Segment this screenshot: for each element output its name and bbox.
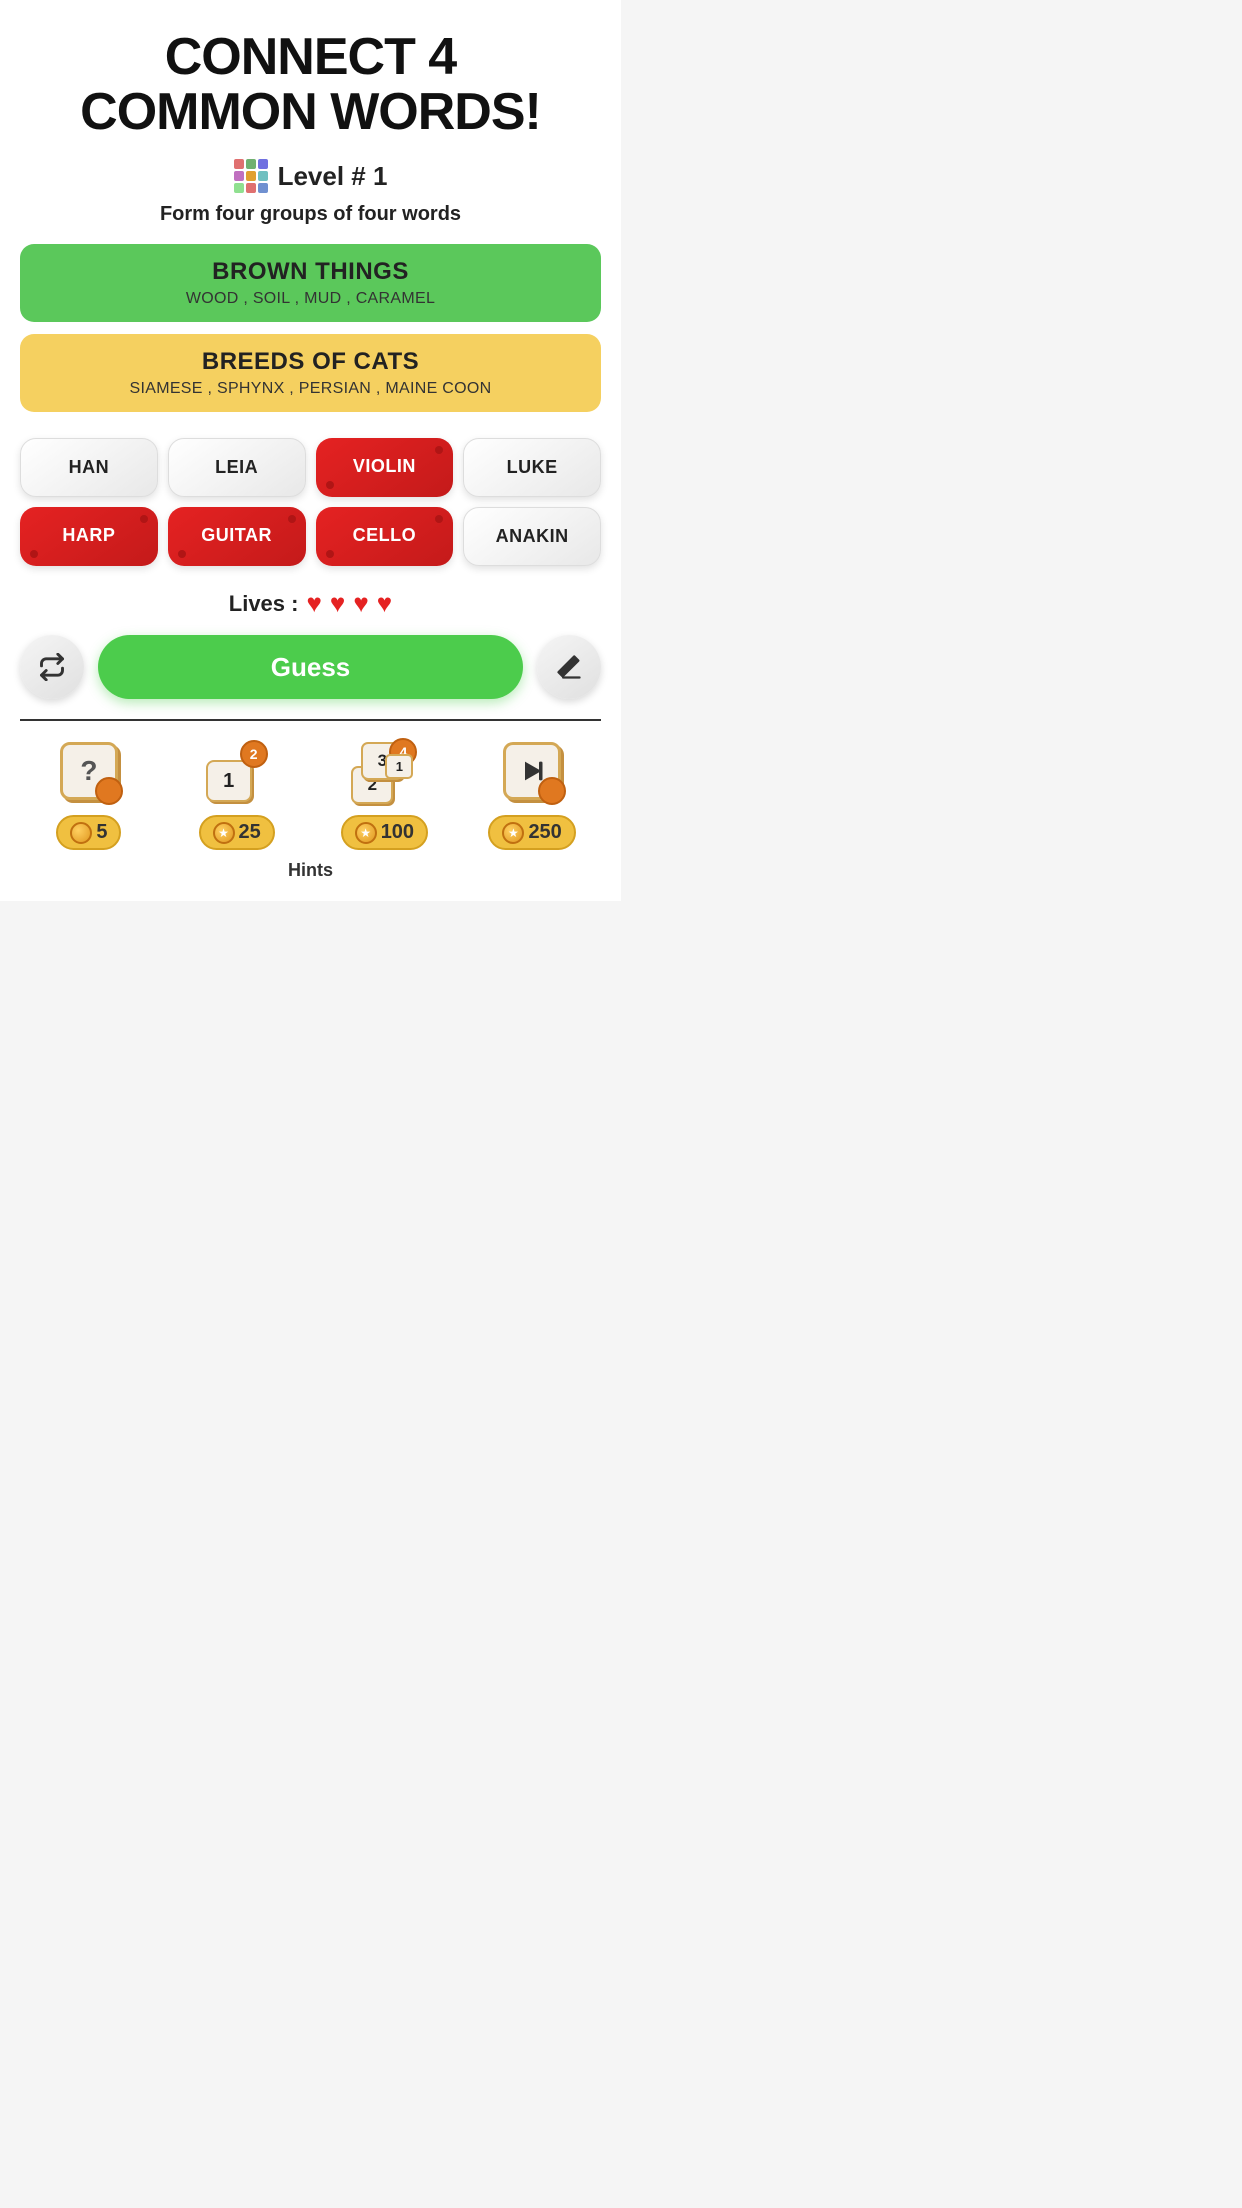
- page-title: CONNECT 4COMMON WORDS!: [80, 30, 541, 139]
- hint-cost-question: 5: [56, 815, 121, 850]
- hint-icon-reveal: 2 3 4 1: [348, 735, 420, 807]
- category-card-brown: BROWN THINGS WOOD , SOIL , MUD , CARAMEL: [20, 244, 601, 322]
- word-tile-cello[interactable]: CELLO: [316, 507, 454, 566]
- grid-cell: [246, 183, 256, 193]
- word-tile-han[interactable]: HAN: [20, 438, 158, 497]
- category-words-brown: WOOD , SOIL , MUD , CARAMEL: [40, 290, 581, 308]
- swap-badge: 2: [240, 740, 268, 768]
- heart-2: ♥: [330, 588, 345, 619]
- coin-question: [70, 822, 92, 844]
- hint-cost-swap: ★ 25: [199, 815, 275, 850]
- heart-4: ♥: [377, 588, 392, 619]
- level-row: Level # 1: [234, 159, 388, 193]
- hint-icon-play: [496, 735, 568, 807]
- category-card-cats: BREEDS OF CATS SIAMESE , SPHYNX , PERSIA…: [20, 334, 601, 412]
- small-card-1: 1: [206, 760, 252, 802]
- subtitle: Form four groups of four words: [160, 203, 461, 226]
- shuffle-button[interactable]: [20, 635, 84, 699]
- word-tile-luke[interactable]: LUKE: [463, 438, 601, 497]
- shuffle-icon: [38, 653, 66, 681]
- grid-cell: [246, 159, 256, 169]
- word-tile-harp[interactable]: HARP: [20, 507, 158, 566]
- hint-item-play[interactable]: ★ 250: [463, 735, 601, 850]
- game-page: CONNECT 4COMMON WORDS! Level # 1 Form fo…: [0, 0, 621, 901]
- coin-swap: ★: [213, 822, 235, 844]
- hint-item-question[interactable]: ? 5: [20, 735, 158, 850]
- word-grid: HAN LEIA VIOLIN LUKE HARP GUITAR CELLO A…: [20, 438, 601, 566]
- erase-button[interactable]: [537, 635, 601, 699]
- category-title-cats: BREEDS OF CATS: [40, 348, 581, 376]
- coin-play: ★: [502, 822, 524, 844]
- word-tile-anakin[interactable]: ANAKIN: [463, 507, 601, 566]
- level-label: Level # 1: [278, 161, 388, 192]
- grid-cell: [234, 171, 244, 181]
- grid-icon: [234, 159, 268, 193]
- lives-label: Lives :: [229, 591, 299, 617]
- grid-cell: [234, 183, 244, 193]
- erase-icon: [555, 653, 583, 681]
- heart-1: ♥: [306, 588, 321, 619]
- cost-number-play: 250: [528, 821, 561, 844]
- play-badge: [538, 777, 566, 805]
- lives-row: Lives : ♥ ♥ ♥ ♥: [229, 588, 392, 619]
- grid-cell: [246, 171, 256, 181]
- coin-reveal: ★: [355, 822, 377, 844]
- grid-cell: [258, 171, 268, 181]
- heart-3: ♥: [353, 588, 368, 619]
- hints-section: ? 5 1 2: [20, 719, 601, 881]
- category-title-brown: BROWN THINGS: [40, 258, 581, 286]
- cost-number-question: 5: [96, 821, 107, 844]
- word-tile-guitar[interactable]: GUITAR: [168, 507, 306, 566]
- cost-number-swap: 25: [239, 821, 261, 844]
- hint-cost-reveal: ★ 100: [341, 815, 428, 850]
- word-tile-leia[interactable]: LEIA: [168, 438, 306, 497]
- hint-cost-play: ★ 250: [488, 815, 575, 850]
- grid-cell: [258, 159, 268, 169]
- hint-icon-question: ?: [53, 735, 125, 807]
- hints-label: Hints: [20, 860, 601, 881]
- hints-grid: ? 5 1 2: [20, 735, 601, 850]
- category-words-cats: SIAMESE , SPHYNX , PERSIAN , MAINE COON: [40, 380, 581, 398]
- hint-item-reveal[interactable]: 2 3 4 1 ★: [316, 735, 454, 850]
- hint-icon-swap: 1 2: [201, 735, 273, 807]
- guess-button[interactable]: Guess: [98, 635, 523, 699]
- action-row: Guess: [20, 635, 601, 699]
- grid-cell: [234, 159, 244, 169]
- reveal-card-front: 1: [385, 754, 413, 779]
- hint-item-swap[interactable]: 1 2 ★ 25: [168, 735, 306, 850]
- word-tile-violin[interactable]: VIOLIN: [316, 438, 454, 497]
- cost-number-reveal: 100: [381, 821, 414, 844]
- grid-cell: [258, 183, 268, 193]
- hint-badge-question: [95, 777, 123, 805]
